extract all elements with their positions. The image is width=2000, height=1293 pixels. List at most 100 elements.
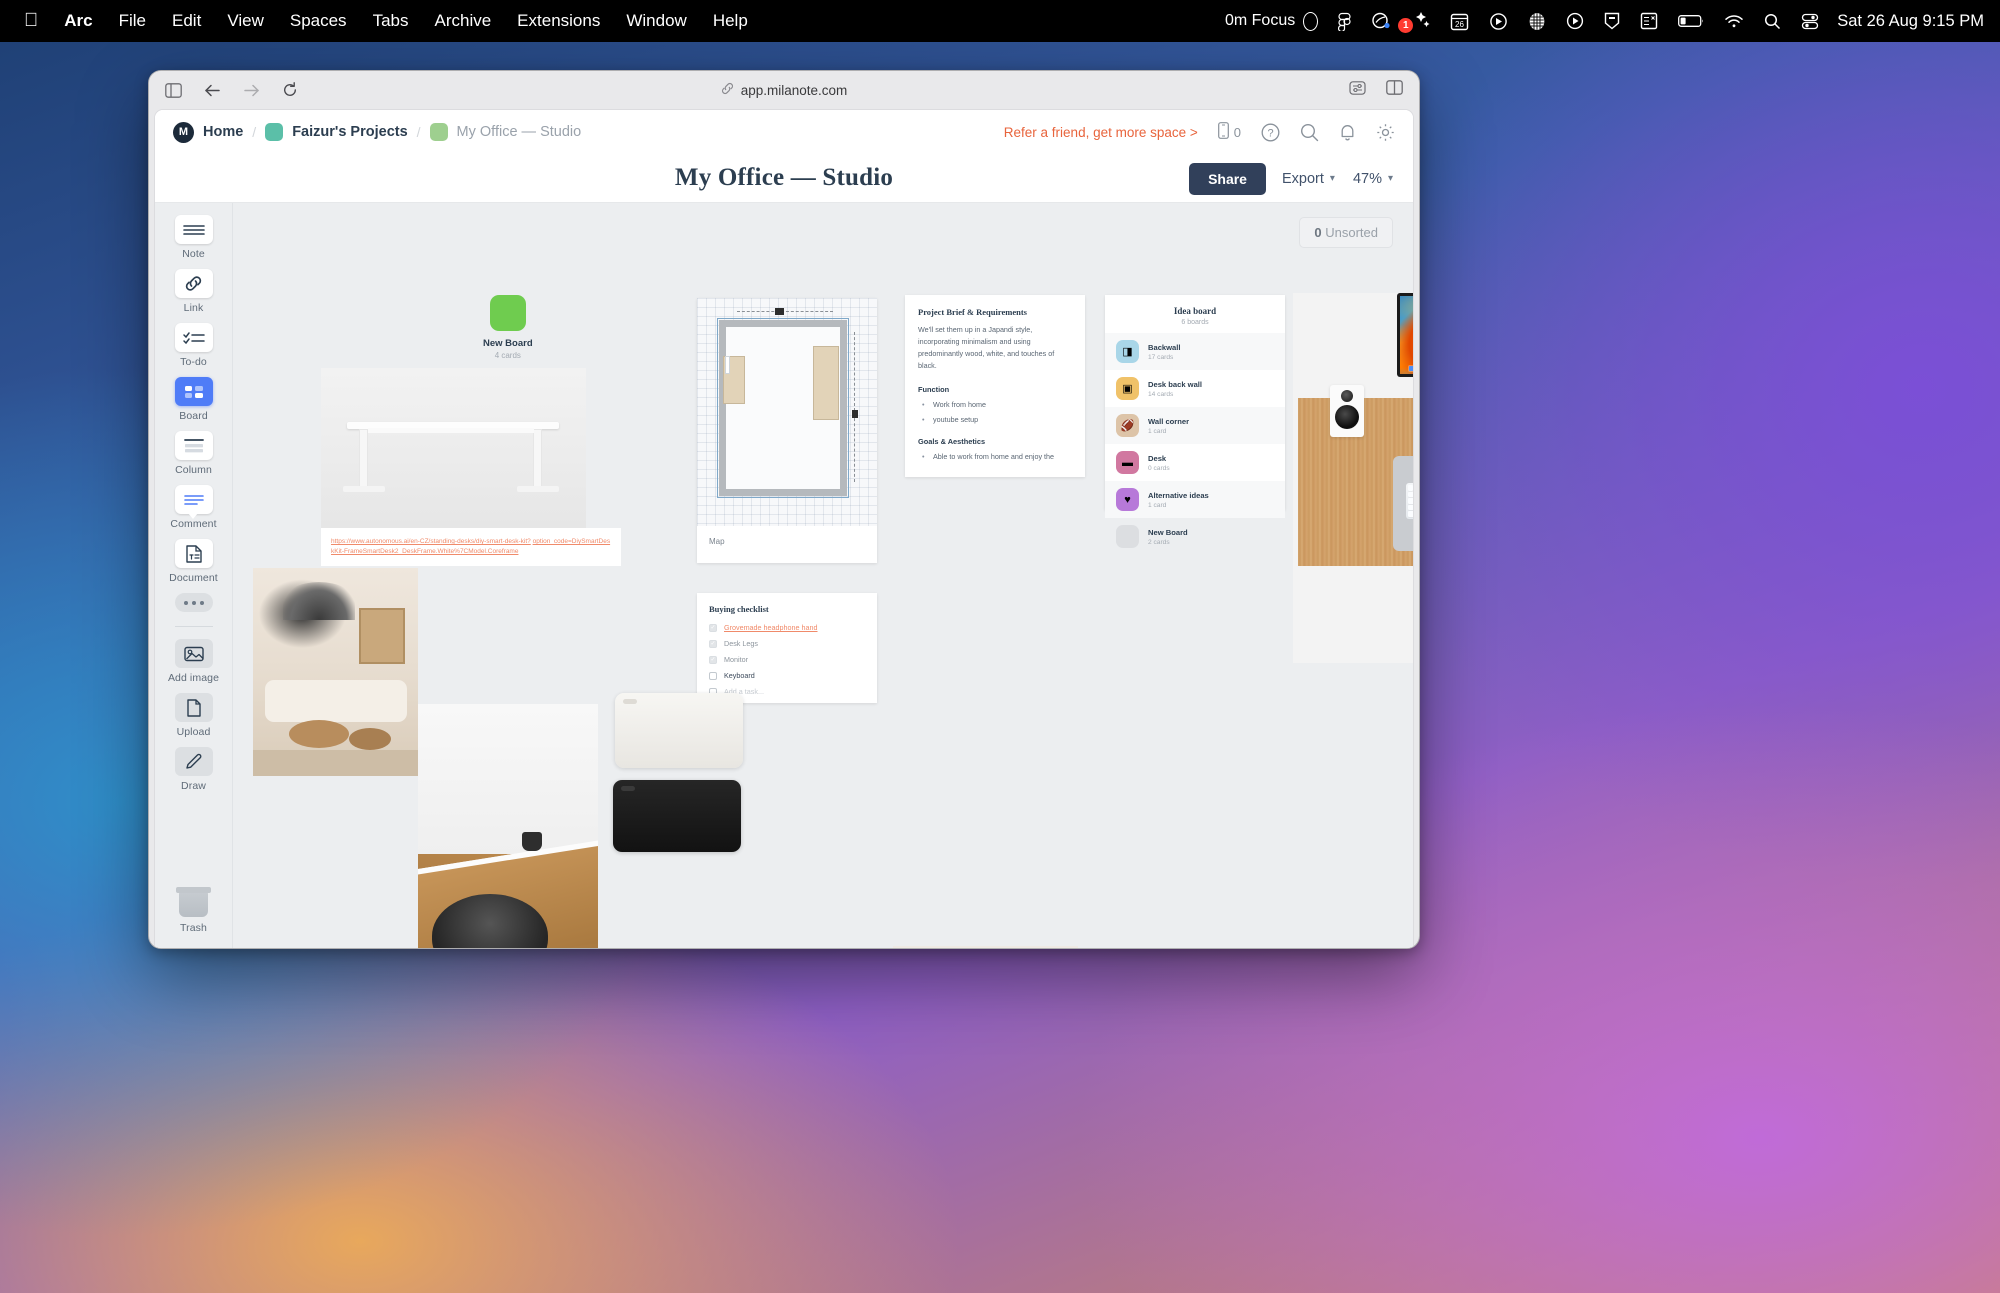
checklist-item[interactable]: Monitor <box>709 655 865 664</box>
checkbox-checked-icon[interactable] <box>709 655 717 664</box>
share-button[interactable]: Share <box>1189 162 1266 195</box>
raycast-icon[interactable]: 1 <box>1398 12 1440 33</box>
zoom-level-label: 47% <box>1352 170 1382 187</box>
settings-gear-icon[interactable] <box>1376 123 1395 142</box>
arc-browser-icon[interactable] <box>1479 12 1518 31</box>
black-trackpad-photo[interactable] <box>613 780 741 852</box>
reload-icon[interactable] <box>282 82 298 98</box>
music-player-icon[interactable] <box>1556 12 1594 30</box>
shelf-room-photo[interactable] <box>893 946 1078 948</box>
zoom-dropdown[interactable]: 47% ▾ <box>1351 167 1395 191</box>
menu-item-extensions[interactable]: Extensions <box>504 0 613 42</box>
idea-board-row-desk-back-wall[interactable]: ▣ Desk back wall 14 cards <box>1105 370 1285 407</box>
new-board-tile[interactable]: New Board 4 cards <box>483 295 533 360</box>
board-thumb-icon: 🏈 <box>1116 414 1139 437</box>
menu-item-window[interactable]: Window <box>613 0 699 42</box>
refer-a-friend-link[interactable]: Refer a friend, get more space > <box>1004 125 1198 140</box>
forward-arrow-icon[interactable] <box>243 83 260 98</box>
note-icon <box>174 215 213 244</box>
export-label: Export <box>1281 170 1324 187</box>
menu-bar-clock[interactable]: Sat 26 Aug 9:15 PM <box>1829 12 1984 31</box>
spotlight-search-icon[interactable] <box>1754 13 1791 30</box>
grammarly-icon[interactable] <box>1518 12 1556 31</box>
checklist-item[interactable]: Keyboard <box>709 671 865 680</box>
breadcrumb-item-home[interactable]: M Home <box>173 121 243 143</box>
cleanshot-icon[interactable] <box>1361 12 1401 30</box>
control-center-icon[interactable] <box>1791 13 1829 30</box>
project-brief-note-card[interactable]: Project Brief & Requirements We'll set t… <box>905 295 1085 477</box>
board-canvas[interactable]: 0 Unsorted New Board 4 cards https://www… <box>233 203 1413 948</box>
menu-item-arc[interactable]: Arc <box>51 0 105 42</box>
todo-app-icon[interactable] <box>1630 12 1668 30</box>
sidebar-label-document: Document <box>169 572 218 584</box>
sidebar-item-document[interactable]: Document <box>162 539 226 584</box>
idea-board-row-desk[interactable]: ▬ Desk 0 cards <box>1105 444 1285 481</box>
figma-icon[interactable] <box>1328 12 1361 31</box>
address-bar[interactable]: app.milanote.com <box>149 71 1419 109</box>
split-view-icon[interactable] <box>1386 80 1403 100</box>
upload-icon <box>174 693 213 722</box>
unsorted-badge[interactable]: 0 Unsorted <box>1299 217 1393 248</box>
sidebar-item-draw[interactable]: Draw <box>162 747 226 792</box>
menu-item-help[interactable]: Help <box>700 0 761 42</box>
idea-board-row-alternative-ideas[interactable]: ♥ Alternative ideas 1 card <box>1105 481 1285 518</box>
map-card[interactable]: Map <box>697 298 877 563</box>
battery-icon[interactable] <box>1668 14 1714 28</box>
white-trackpad-photo[interactable] <box>615 693 743 768</box>
menu-bar-items:  Arc File Edit View Spaces Tabs Archive… <box>16 0 761 42</box>
sidebar-toggle-icon[interactable] <box>165 82 182 98</box>
breadcrumb-item-projects[interactable]: Faizur's Projects <box>265 123 408 141</box>
menu-item-file[interactable]: File <box>106 0 159 42</box>
sidebar-item-comment[interactable]: Comment <box>162 485 226 530</box>
menu-item-spaces[interactable]: Spaces <box>277 0 360 42</box>
wifi-icon[interactable] <box>1714 14 1754 29</box>
checkbox-unchecked-icon[interactable] <box>709 671 717 680</box>
menu-item-archive[interactable]: Archive <box>421 0 504 42</box>
sidebar-item-todo[interactable]: To-do <box>162 323 226 368</box>
notion-icon[interactable] <box>1594 12 1630 30</box>
calendar-icon[interactable]: 26 <box>1440 12 1479 31</box>
sidebar-item-upload[interactable]: Upload <box>162 693 226 738</box>
idea-board-row-backwall[interactable]: ◨ Backwall 17 cards <box>1105 333 1285 370</box>
idea-board-card[interactable]: Idea board 6 boards ◨ Backwall 17 cards … <box>1105 295 1285 548</box>
menu-item-tabs[interactable]: Tabs <box>360 0 422 42</box>
menu-item-edit[interactable]: Edit <box>159 0 214 42</box>
sidebar-label-column: Column <box>175 464 212 476</box>
sidebar-item-trash[interactable]: Trash <box>155 887 232 934</box>
search-icon[interactable] <box>1300 123 1319 142</box>
board-color-swatch <box>489 295 526 331</box>
focus-status[interactable]: 0m Focus <box>1215 0 1328 42</box>
link-icon <box>174 269 213 298</box>
easel-icon[interactable] <box>1349 80 1366 101</box>
sidebar-item-link[interactable]: Link <box>162 269 226 314</box>
idea-board-row-wall-corner[interactable]: 🏈 Wall corner 1 card <box>1105 407 1285 444</box>
notifications-bell-icon[interactable] <box>1339 123 1356 142</box>
mobile-device-count[interactable]: 0 <box>1217 122 1241 142</box>
idea-row-count: 1 card <box>1148 427 1167 435</box>
checkbox-checked-icon[interactable] <box>709 623 717 632</box>
link-card[interactable]: https://www.autonomous.ai/en-CZ/standing… <box>321 528 621 566</box>
desk-setup-render[interactable] <box>1293 293 1413 663</box>
more-options-icon[interactable] <box>174 593 213 612</box>
export-dropdown[interactable]: Export ▾ <box>1280 167 1337 191</box>
sidebar-item-add-image[interactable]: Add image <box>162 639 226 684</box>
browser-window: app.milanote.com M Home / Faizur's Proje… <box>148 70 1420 949</box>
idea-board-row-new-board[interactable]: New Board 2 cards <box>1105 518 1285 555</box>
standing-desk-frame-photo[interactable] <box>321 368 586 528</box>
checkbox-checked-icon[interactable] <box>709 639 717 648</box>
sidebar-item-board[interactable]: Board <box>162 377 226 422</box>
help-icon[interactable]: ? <box>1261 123 1280 142</box>
checklist-item[interactable]: Desk Legs <box>709 639 865 648</box>
app-body: Note Link To-do Board Column Comment Doc… <box>155 203 1413 948</box>
sidebar-item-column[interactable]: Column <box>162 431 226 476</box>
buying-checklist-card[interactable]: Buying checklist Grovemade headphone han… <box>697 593 877 703</box>
checklist-item[interactable]: Grovemade headphone hand <box>709 623 865 632</box>
lounge-interior-photo[interactable] <box>253 568 418 776</box>
idea-row-name: New Board <box>1148 527 1188 537</box>
apple-logo-icon[interactable]:  <box>16 0 51 42</box>
back-arrow-icon[interactable] <box>204 83 221 98</box>
menu-item-view[interactable]: View <box>214 0 277 42</box>
breadcrumb-item-current[interactable]: My Office — Studio <box>429 123 581 141</box>
wood-table-desk-photo[interactable] <box>418 704 598 948</box>
sidebar-item-note[interactable]: Note <box>162 215 226 260</box>
